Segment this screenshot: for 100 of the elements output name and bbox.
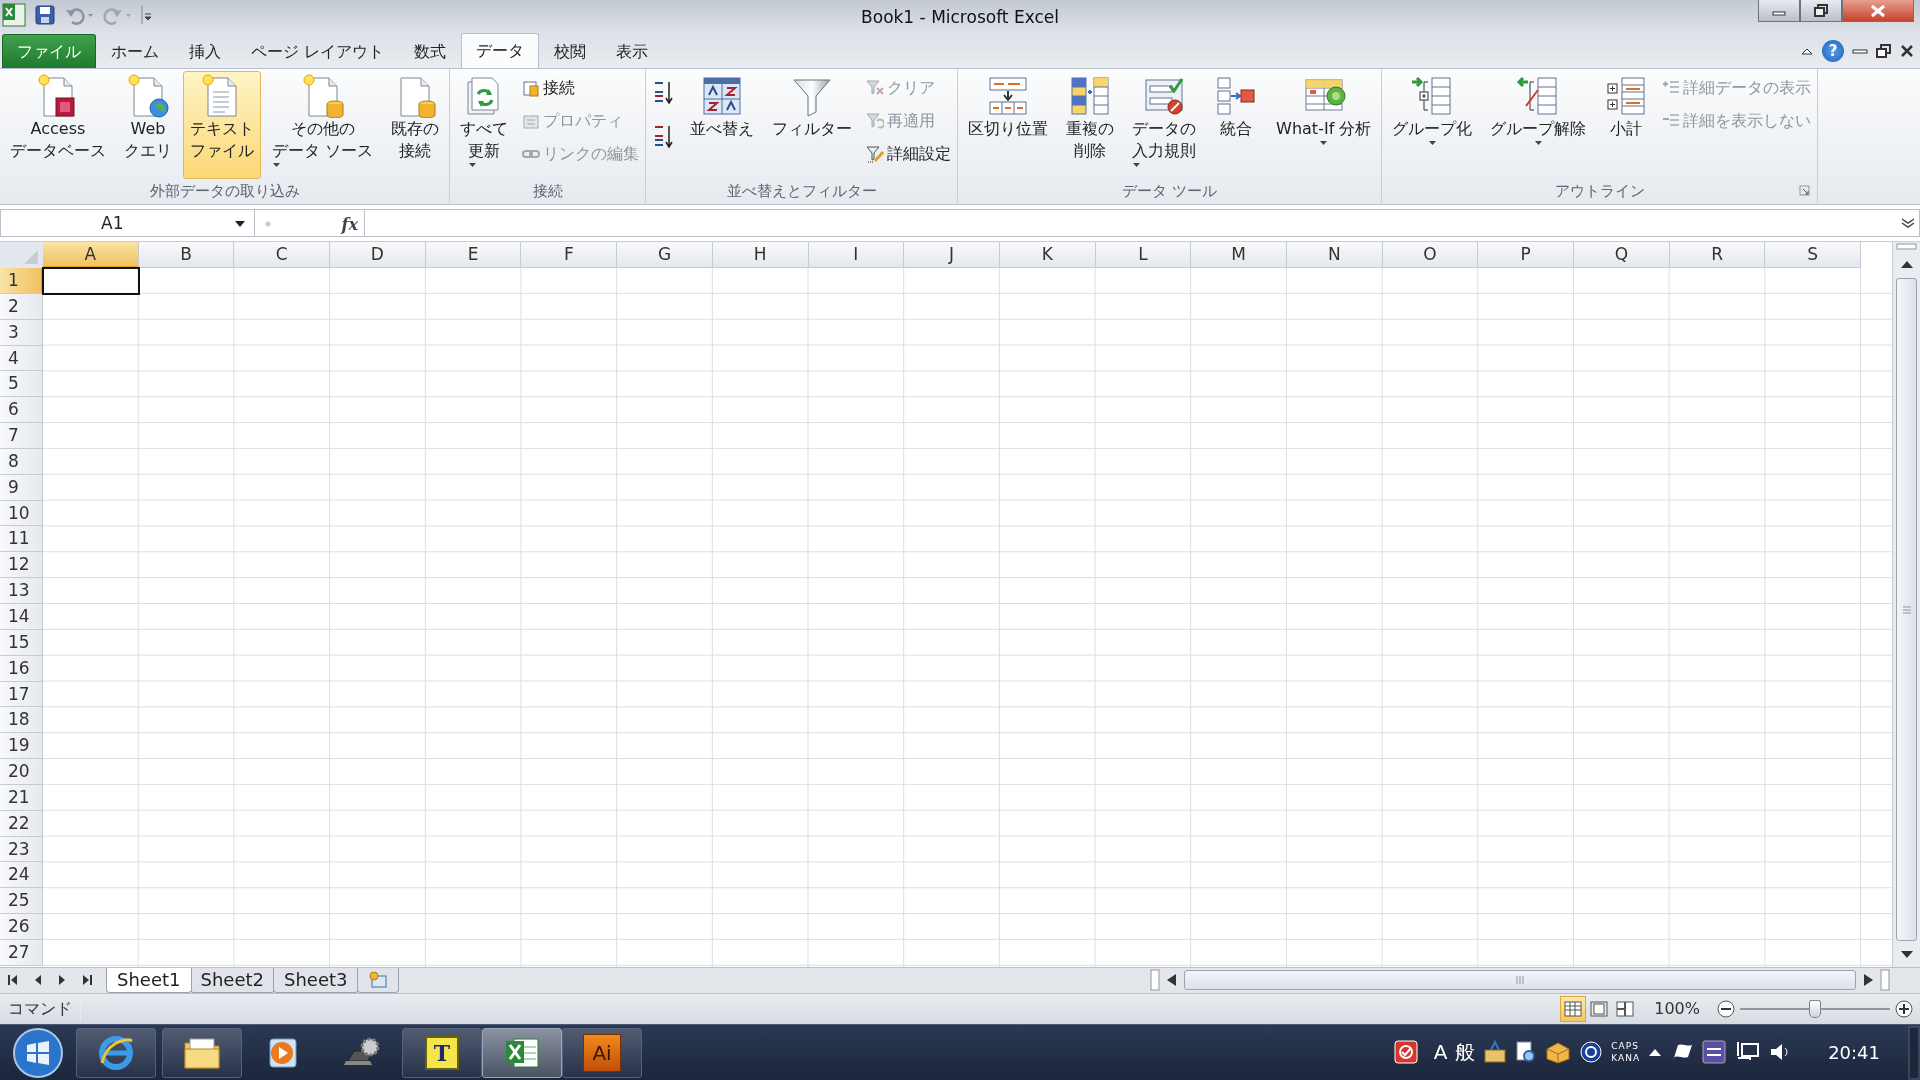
row-header[interactable]: 21: [0, 784, 43, 811]
ribbon-button[interactable]: テキスト ファイル: [183, 71, 261, 179]
column-header[interactable]: L: [1095, 242, 1192, 268]
file-tab[interactable]: ファイル: [2, 34, 96, 68]
ribbon-tab[interactable]: データ: [461, 33, 540, 68]
row-header[interactable]: 24: [0, 862, 43, 889]
row-header[interactable]: 20: [0, 759, 43, 785]
row-header[interactable]: 11: [0, 526, 43, 553]
column-header[interactable]: J: [904, 242, 1000, 268]
ribbon-button[interactable]: Web クエリ: [117, 71, 179, 179]
column-header[interactable]: R: [1669, 242, 1766, 268]
ribbon-button[interactable]: 統合: [1207, 71, 1266, 179]
ribbon-button[interactable]: データの 入力規則: [1125, 71, 1204, 179]
row-header[interactable]: 7: [0, 423, 43, 449]
minimize-icon[interactable]: [1852, 46, 1868, 56]
active-cell[interactable]: [42, 267, 140, 295]
row-header[interactable]: 1: [0, 268, 43, 294]
column-header[interactable]: M: [1191, 242, 1287, 268]
column-header[interactable]: D: [330, 242, 426, 268]
minimize-button[interactable]: [1758, 0, 1800, 22]
taskbar-button[interactable]: T: [402, 1028, 482, 1078]
taskbar-button[interactable]: [76, 1028, 156, 1078]
ime-mode[interactable]: A: [1433, 1037, 1448, 1067]
dropdown-arrow-icon[interactable]: [234, 220, 246, 228]
column-header[interactable]: C: [234, 242, 331, 268]
column-header[interactable]: G: [617, 242, 713, 268]
zoom-slider[interactable]: [1740, 1000, 1890, 1018]
column-header[interactable]: P: [1478, 242, 1574, 268]
document-search-icon[interactable]: [1515, 1040, 1538, 1064]
ribbon-tab[interactable]: 校閲: [539, 34, 602, 68]
ribbon-button[interactable]: すべて 更新: [453, 71, 516, 179]
split-handle-icon[interactable]: [1150, 969, 1160, 991]
scrollbar-thumb[interactable]: [1896, 278, 1917, 941]
row-header[interactable]: 12: [0, 552, 43, 579]
start-button-icon[interactable]: [10, 1025, 66, 1080]
first-sheet-icon[interactable]: [8, 974, 18, 986]
row-header[interactable]: 2: [0, 293, 43, 320]
row-header[interactable]: 8: [0, 448, 43, 475]
next-sheet-icon[interactable]: [58, 974, 66, 986]
ime-input-mode[interactable]: 般: [1455, 1037, 1476, 1067]
dialog-launcher-icon[interactable]: [1799, 185, 1811, 196]
row-header[interactable]: 5: [0, 371, 43, 398]
row-header[interactable]: 27: [0, 939, 43, 966]
restore-button[interactable]: [1800, 0, 1842, 22]
column-header[interactable]: H: [712, 242, 809, 268]
split-handle-icon[interactable]: [1880, 969, 1890, 991]
taskbar-button[interactable]: [162, 1028, 242, 1078]
name-box[interactable]: A1: [0, 209, 255, 237]
taskbar-button[interactable]: [482, 1028, 562, 1078]
ribbon-tab[interactable]: ページ レイアウト: [236, 34, 400, 68]
row-header[interactable]: 25: [0, 888, 43, 915]
row-header[interactable]: 22: [0, 810, 43, 837]
view-button[interactable]: [1560, 996, 1587, 1022]
column-header[interactable]: A: [43, 242, 139, 268]
ribbon-button[interactable]: 並べ替え: [683, 71, 762, 179]
ribbon-command[interactable]: 詳細設定: [863, 137, 955, 170]
save-icon[interactable]: [34, 4, 56, 26]
sort-descending-icon[interactable]: [653, 123, 676, 151]
show-hidden-icons-icon[interactable]: [1648, 1047, 1663, 1057]
ribbon-button[interactable]: 小計: [1597, 71, 1656, 179]
row-header[interactable]: 23: [0, 836, 43, 863]
row-header[interactable]: 6: [0, 397, 43, 424]
row-header[interactable]: 19: [0, 733, 43, 760]
zoom-level[interactable]: 100%: [1638, 997, 1716, 1021]
row-header[interactable]: 18: [0, 707, 43, 734]
column-header[interactable]: E: [425, 242, 522, 268]
zoom-in-icon[interactable]: [1894, 999, 1914, 1019]
ribbon-button[interactable]: What-If 分析: [1269, 71, 1379, 179]
sheet-tab[interactable]: Sheet3: [273, 968, 359, 993]
ribbon-button[interactable]: グループ解除: [1483, 71, 1594, 179]
sheet-tab[interactable]: Sheet1: [106, 968, 192, 993]
formula-input[interactable]: [365, 209, 1920, 237]
clock[interactable]: 20:41: [1800, 1038, 1908, 1066]
previous-sheet-icon[interactable]: [34, 974, 42, 986]
scrollbar-thumb[interactable]: [1184, 970, 1856, 990]
ribbon-button[interactable]: 重複の 削除: [1059, 71, 1122, 179]
spreadsheet-app-icon[interactable]: [2, 3, 26, 27]
row-header[interactable]: 3: [0, 319, 43, 346]
ribbon-button[interactable]: 区切り位置: [961, 71, 1056, 179]
close-button[interactable]: [1842, 0, 1914, 22]
sort-ascending-icon[interactable]: [653, 79, 676, 107]
close-icon[interactable]: [1900, 44, 1914, 58]
row-header[interactable]: 16: [0, 655, 43, 682]
column-header[interactable]: K: [999, 242, 1096, 268]
ribbon-tab[interactable]: 数式: [399, 34, 462, 68]
ribbon-button[interactable]: 既存の 接続: [384, 71, 447, 179]
package-icon[interactable]: [1545, 1040, 1572, 1064]
row-header[interactable]: 14: [0, 603, 43, 630]
column-header[interactable]: B: [138, 242, 235, 268]
customize-toolbar-icon[interactable]: [140, 4, 152, 26]
checkmark-app-icon[interactable]: [1393, 1040, 1418, 1064]
zoom-out-icon[interactable]: [1716, 999, 1736, 1019]
column-header[interactable]: I: [808, 242, 905, 268]
row-header[interactable]: 4: [0, 345, 43, 372]
scroll-down-icon[interactable]: [1899, 950, 1914, 960]
column-header[interactable]: N: [1286, 242, 1383, 268]
row-header[interactable]: 9: [0, 474, 43, 501]
column-header[interactable]: O: [1382, 242, 1479, 268]
insert-function-button[interactable]: fx: [341, 213, 358, 237]
column-header[interactable]: Q: [1574, 242, 1670, 268]
